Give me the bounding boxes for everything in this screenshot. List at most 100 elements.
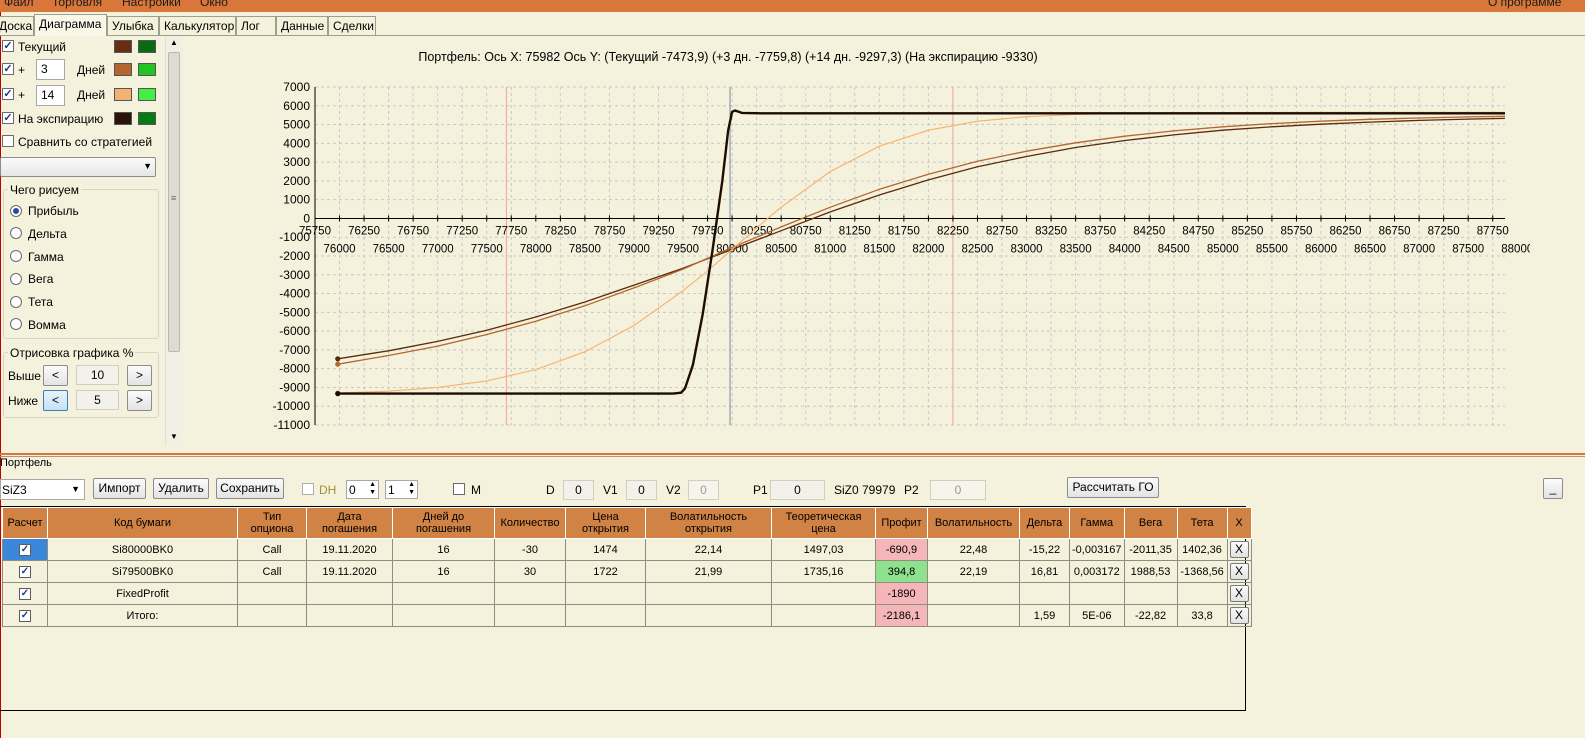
expiry-profit-color[interactable] xyxy=(138,112,156,125)
d-field[interactable]: 0 xyxy=(563,480,594,500)
tab-smile[interactable]: Улыбка xyxy=(107,16,159,35)
d14-days-input[interactable]: 14 xyxy=(36,85,65,106)
current-profit-color[interactable] xyxy=(138,40,156,53)
dh-checkbox[interactable] xyxy=(302,483,314,495)
v2-label: V2 xyxy=(666,483,681,497)
v2-field[interactable]: 0 xyxy=(688,480,719,500)
expiry-loss-color[interactable] xyxy=(114,112,132,125)
column-header[interactable]: Цена открытия xyxy=(565,507,646,539)
column-header[interactable]: Код бумаги xyxy=(47,507,238,539)
remove-row-cell[interactable]: X xyxy=(1226,604,1252,627)
tab-calculator[interactable]: Калькулятор xyxy=(159,16,236,35)
save-button[interactable]: Сохранить xyxy=(216,478,284,499)
radio-profit[interactable] xyxy=(10,205,22,217)
spin-arrows-icon[interactable]: ▲ ▼ xyxy=(369,481,376,497)
column-header[interactable]: Дней до погашения xyxy=(392,507,495,539)
d3-profit-color[interactable] xyxy=(138,63,156,76)
menu-about[interactable]: О программе xyxy=(1488,0,1561,9)
expiry-checkbox[interactable]: ✓ xyxy=(2,112,14,124)
v1-field[interactable]: 0 xyxy=(626,480,657,500)
remove-row-cell[interactable]: X xyxy=(1226,560,1252,583)
table-cell: 1988,53 xyxy=(1123,560,1178,583)
menu-file[interactable]: Файл xyxy=(4,0,34,9)
table-row[interactable]: ✓ FixedProfit -1890 X xyxy=(2,582,1252,605)
calc-checkbox[interactable]: ✓ xyxy=(19,566,31,578)
spin2-input[interactable]: 1 ▲ ▼ xyxy=(385,480,418,499)
above-increase-button[interactable]: > xyxy=(127,365,152,386)
d14-profit-color[interactable] xyxy=(138,88,156,101)
below-decrease-button[interactable]: < xyxy=(43,390,68,411)
calc-margin-button[interactable]: Рассчитать ГО xyxy=(1067,477,1159,498)
column-header[interactable]: Дата погашения xyxy=(306,507,393,539)
column-header[interactable]: Гамма xyxy=(1069,507,1125,539)
column-header[interactable]: Тип опциона xyxy=(237,507,307,539)
column-header[interactable]: Вега xyxy=(1123,507,1178,539)
radio-vega[interactable] xyxy=(10,273,22,285)
d3-loss-color[interactable] xyxy=(114,63,132,76)
table-cell xyxy=(1019,582,1070,605)
calc-checkbox[interactable]: ✓ xyxy=(19,610,31,622)
table-row[interactable]: ✓ Si80000BK0 Call 19.11.2020 16 -30 1474 22,14 1… xyxy=(2,538,1252,561)
menu-window[interactable]: Окно xyxy=(200,0,228,9)
remove-row-button[interactable]: X xyxy=(1229,585,1249,602)
radio-delta[interactable] xyxy=(10,227,22,239)
left-panel-scrollbar[interactable]: ▲ ≡ ▼ xyxy=(165,36,182,446)
calc-checkbox[interactable]: ✓ xyxy=(19,544,31,556)
column-header[interactable]: X xyxy=(1226,507,1252,539)
menu-settings[interactable]: Настройки xyxy=(122,0,181,9)
compare-checkbox[interactable] xyxy=(2,135,14,147)
column-header[interactable]: Количество xyxy=(494,507,566,539)
above-decrease-button[interactable]: < xyxy=(43,365,68,386)
scroll-thumb[interactable]: ≡ xyxy=(168,52,180,352)
calc-checkbox-cell[interactable]: ✓ xyxy=(2,538,48,561)
tab-deals[interactable]: Сделки xyxy=(328,16,376,35)
tab-data[interactable]: Данные xyxy=(276,16,328,35)
calc-checkbox-cell[interactable]: ✓ xyxy=(2,582,48,605)
column-header[interactable]: Волатильность открытия xyxy=(645,507,772,539)
table-row[interactable]: ✓ Si79500BK0 Call 19.11.2020 16 30 1722 21,99 17… xyxy=(2,560,1252,583)
remove-row-button[interactable]: X xyxy=(1229,607,1249,624)
import-button[interactable]: Импорт xyxy=(93,478,146,499)
below-increase-button[interactable]: > xyxy=(127,390,152,411)
m-checkbox[interactable] xyxy=(453,483,465,495)
d14-loss-color[interactable] xyxy=(114,88,132,101)
radio-theta[interactable] xyxy=(10,296,22,308)
p1-field[interactable]: 0 xyxy=(770,480,825,500)
table-cell: 16 xyxy=(392,538,495,561)
calc-checkbox-cell[interactable]: ✓ xyxy=(2,560,48,583)
column-header[interactable]: Расчет xyxy=(2,507,48,539)
menu-trade[interactable]: Торговля xyxy=(52,0,102,9)
column-header[interactable]: Профит xyxy=(875,507,928,539)
spin1-input[interactable]: 0 ▲ ▼ xyxy=(346,480,379,499)
instrument-select[interactable]: SiZ3 ▼ xyxy=(0,479,85,500)
remove-row-button[interactable]: X xyxy=(1229,541,1249,558)
y-tick-label: 7000 xyxy=(283,80,310,94)
column-header[interactable]: Волатильность xyxy=(927,507,1020,539)
calc-checkbox-cell[interactable]: ✓ xyxy=(2,604,48,627)
d14-checkbox[interactable]: ✓ xyxy=(2,88,14,100)
tab-board[interactable]: Доска xyxy=(0,16,34,35)
spin-arrows-icon[interactable]: ▲ ▼ xyxy=(408,481,415,497)
calc-checkbox[interactable]: ✓ xyxy=(19,588,31,600)
remove-row-cell[interactable]: X xyxy=(1226,582,1252,605)
table-row[interactable]: ✓ Итого: -2186,1 1,59 5E-06 -22,82 33,8 X xyxy=(2,604,1252,627)
p2-field[interactable]: 0 xyxy=(930,480,986,500)
tab-log[interactable]: Лог xyxy=(236,16,276,35)
current-checkbox[interactable]: ✓ xyxy=(2,40,14,52)
d3-checkbox[interactable]: ✓ xyxy=(2,63,14,75)
delete-button[interactable]: Удалить xyxy=(153,478,209,499)
tab-diagram[interactable]: Диаграмма xyxy=(34,14,107,36)
radio-vomma[interactable] xyxy=(10,318,22,330)
column-header[interactable]: Теоретическая цена xyxy=(771,507,876,539)
column-header[interactable]: Тета xyxy=(1176,507,1228,539)
remove-row-button[interactable]: X xyxy=(1229,563,1249,580)
strategy-dropdown[interactable]: ▼ xyxy=(0,157,156,177)
radio-gamma[interactable] xyxy=(10,250,22,262)
column-header[interactable]: Дельта xyxy=(1019,507,1070,539)
remove-row-cell[interactable]: X xyxy=(1226,538,1252,561)
radio-profit-label: Прибыль xyxy=(28,204,79,218)
panel-splitter[interactable] xyxy=(0,453,1585,455)
d3-days-input[interactable]: 3 xyxy=(36,59,65,80)
minimize-button[interactable]: _ xyxy=(1543,478,1563,499)
current-loss-color[interactable] xyxy=(114,40,132,53)
